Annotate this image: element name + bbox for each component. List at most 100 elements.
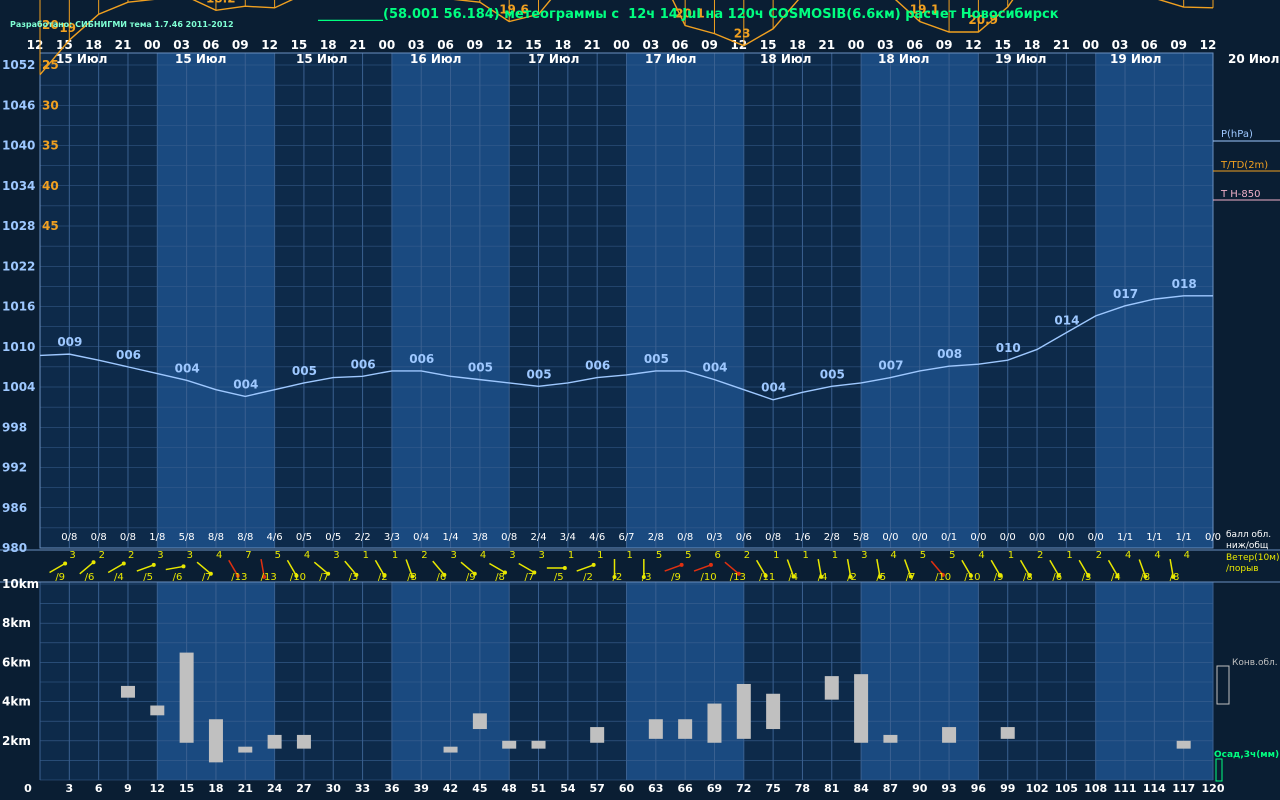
- cloud-bar: [766, 693, 781, 730]
- wind-speed: 3: [451, 550, 457, 561]
- wind-speed: 4: [978, 550, 984, 561]
- wind-speed: 6: [714, 550, 720, 561]
- conv-legend-box: [1216, 665, 1230, 705]
- cloud-bar: [120, 685, 135, 698]
- forecast-hour: 36: [384, 782, 400, 795]
- wind-gust: /10: [935, 572, 951, 583]
- cloud-fraction: 5/8: [179, 532, 195, 543]
- wind-gust: /9: [671, 572, 681, 583]
- wind-gust: /9: [994, 572, 1004, 583]
- forecast-hour: 6: [95, 782, 103, 795]
- temp-axis-label: 35: [42, 139, 59, 153]
- wind-legend: Ветер(10м): [1226, 553, 1279, 563]
- forecast-hour: 12: [150, 782, 165, 795]
- wind-gust: /8: [1140, 572, 1150, 583]
- cloud-bar: [267, 734, 282, 749]
- cloud-bar: [531, 740, 546, 749]
- wind-arrow-head: [121, 561, 126, 566]
- cloud-fraction: 0/8: [91, 532, 107, 543]
- hour-label: 15: [760, 38, 777, 52]
- forecast-hour: 45: [472, 782, 487, 795]
- pressure-value-label: 006: [409, 352, 434, 366]
- cloud-legend: балл обл.: [1226, 530, 1271, 540]
- cloud-fraction: 3/3: [384, 532, 400, 543]
- wind-speed: 1: [627, 550, 633, 561]
- wind-speed: 4: [480, 550, 486, 561]
- forecast-hour: 33: [355, 782, 370, 795]
- wind-speed: 4: [1184, 550, 1190, 561]
- cloud-bar: [648, 719, 663, 739]
- cloud-bar: [883, 734, 898, 743]
- wind-speed: 5: [920, 550, 926, 561]
- forecast-hour: 84: [853, 782, 869, 795]
- cloud-fraction: 1/1: [1117, 532, 1133, 543]
- hour-label: 00: [144, 38, 161, 52]
- hour-label: 09: [1170, 38, 1187, 52]
- wind-arrow: [664, 564, 682, 572]
- cloud-fraction: 8/8: [237, 532, 253, 543]
- wind-gust: /7: [202, 572, 212, 583]
- hour-label: 18: [789, 38, 806, 52]
- wind-speed: 2: [128, 550, 134, 561]
- wind-speed: 4: [304, 550, 310, 561]
- hour-label: 03: [1112, 38, 1129, 52]
- cloud-fraction: 2/8: [648, 532, 664, 543]
- pressure-value-label: 004: [761, 381, 786, 395]
- hour-label: 21: [349, 38, 366, 52]
- wind-gust: /13: [261, 572, 277, 583]
- cloud-fraction: 5/8: [853, 532, 869, 543]
- wind-legend: /порыв: [1226, 564, 1259, 574]
- date-label: 18 Июл: [760, 52, 811, 66]
- date-label: 19 Июл: [1110, 52, 1161, 66]
- wind-speed: 2: [744, 550, 750, 561]
- hour-label: 12: [496, 38, 513, 52]
- cloud-legend: ниж/общ: [1226, 541, 1269, 551]
- hour-label: 06: [672, 38, 689, 52]
- forecast-hour: 3: [65, 782, 73, 795]
- forecast-hour: 39: [414, 782, 429, 795]
- wind-arrow-head: [151, 562, 156, 567]
- wind-gust: /10: [964, 572, 980, 583]
- cloud-fraction: 1/8: [149, 532, 165, 543]
- forecast-hour: 9: [124, 782, 132, 795]
- forecast-hour: 51: [531, 782, 546, 795]
- wind-arrow: [136, 564, 155, 572]
- wind-gust: /4: [788, 572, 798, 583]
- hour-label: 03: [408, 38, 425, 52]
- precip-legend: Осад,3ч(мм): [1214, 750, 1279, 760]
- cloud-fraction: 0/5: [325, 532, 341, 543]
- height-axis-label: 4km: [2, 695, 31, 709]
- forecast-hour: 57: [590, 782, 605, 795]
- forecast-hour: 21: [238, 782, 253, 795]
- hour-label: 12: [965, 38, 982, 52]
- hour-label: 03: [877, 38, 894, 52]
- pressure-axis-label: 986: [2, 501, 27, 515]
- wind-arrow-head: [181, 564, 186, 569]
- pressure-value-label: 006: [585, 359, 610, 373]
- pressure-value-label: 014: [1054, 314, 1079, 328]
- wind-gust: /7: [525, 572, 535, 583]
- hour-label: 09: [701, 38, 718, 52]
- wind-gust: /8: [495, 572, 505, 583]
- hour-label: 00: [1082, 38, 1099, 52]
- hour-label: 12: [27, 38, 44, 52]
- date-label: 15 Июл: [56, 52, 107, 66]
- pressure-value-label: 004: [175, 361, 200, 375]
- cloud-fraction: 0/8: [120, 532, 136, 543]
- cloud-fraction: 1/6: [794, 532, 810, 543]
- pressure-value-label: 004: [233, 377, 258, 391]
- hour-label: 18: [85, 38, 102, 52]
- hour-label: 18: [554, 38, 571, 52]
- wind-speed: 2: [1037, 550, 1043, 561]
- wind-speed: 5: [685, 550, 691, 561]
- forecast-hour: 15: [179, 782, 194, 795]
- hour-label: 00: [613, 38, 630, 52]
- wind-speed: 1: [597, 550, 603, 561]
- forecast-hour: 69: [707, 782, 722, 795]
- forecast-hour: 120: [1202, 782, 1225, 795]
- cloud-fraction: 0/0: [1058, 532, 1074, 543]
- cloud-bar: [296, 734, 311, 749]
- date-label: 20 Июл: [1228, 52, 1279, 66]
- wind-speed: 1: [773, 550, 779, 561]
- wind-speed: 4: [1125, 550, 1131, 561]
